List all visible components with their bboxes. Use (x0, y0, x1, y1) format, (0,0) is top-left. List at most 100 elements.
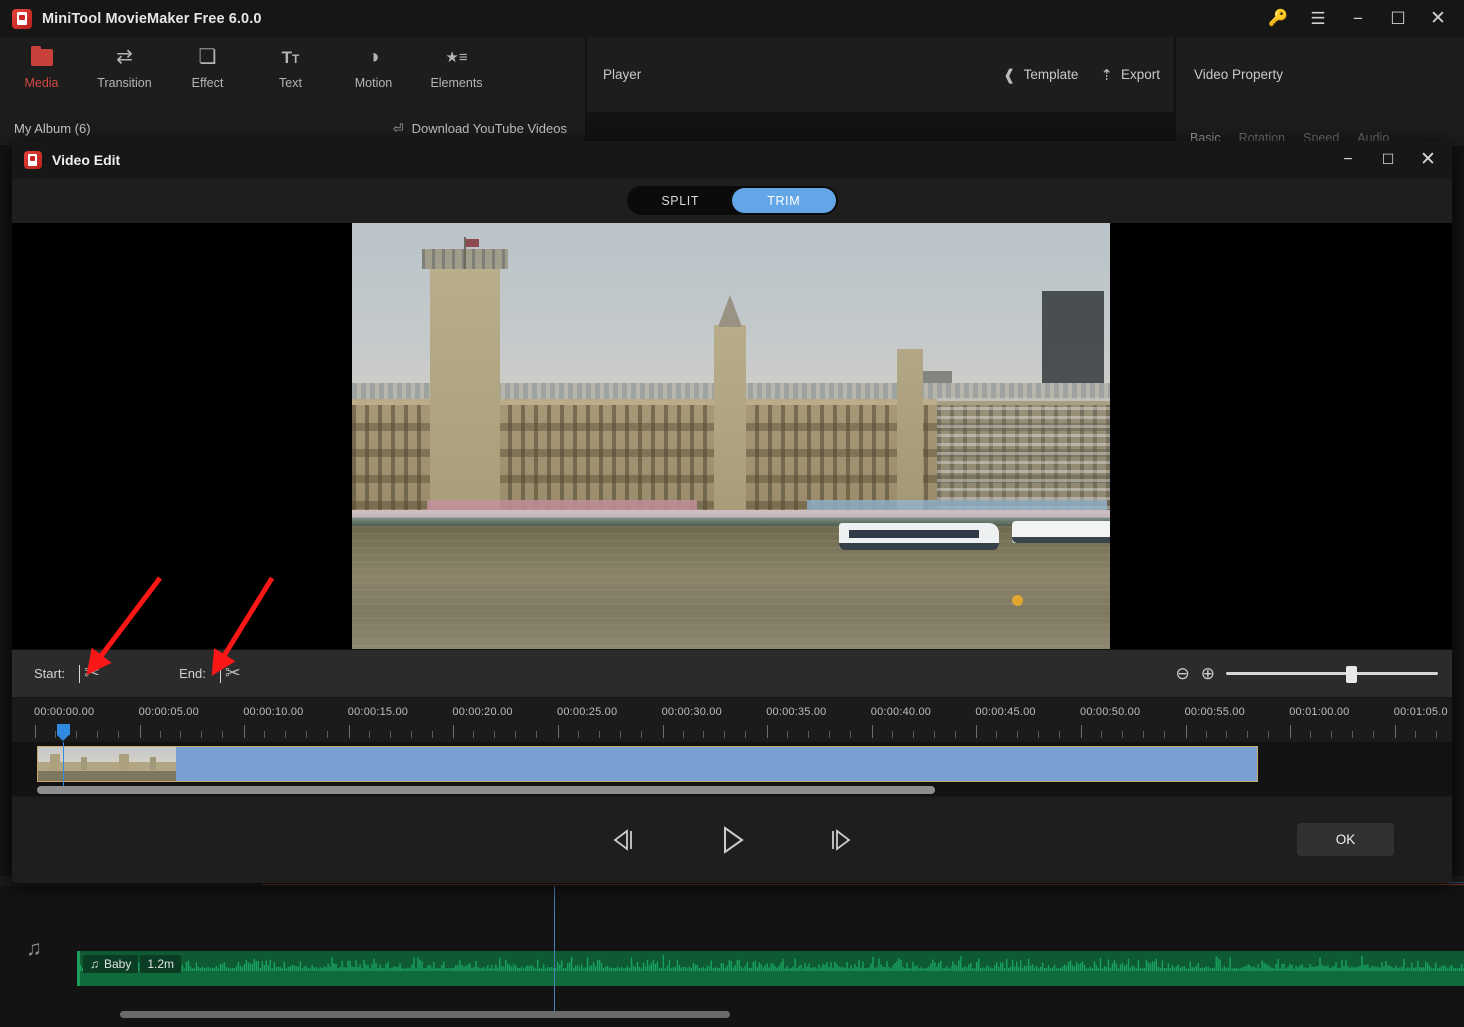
ruler-time-label: 00:01:05.0 (1394, 706, 1448, 718)
ribbon-label-effect: Effect (192, 76, 224, 90)
music-note-icon: ♫ (26, 937, 42, 961)
riverside-terrace-red (427, 500, 697, 510)
ruler-tick-minor (264, 731, 265, 738)
scissors-icon[interactable]: ✂ (84, 664, 100, 683)
start-trim-group: Start: ✂ (34, 661, 151, 687)
ruler-tick-minor (745, 731, 746, 738)
ruler-tick-major (140, 725, 141, 738)
template-label: Template (1024, 67, 1079, 82)
ruler-tick-minor (1143, 731, 1144, 738)
youtube-download-icon: ⏎ (393, 121, 404, 137)
motion-icon: ◑ (367, 45, 379, 69)
timeline-playhead-line (554, 886, 555, 1014)
window-controls: 🔑 ☰ − ☐ ✕ (1258, 1, 1458, 37)
video-preview-area (12, 223, 1452, 649)
export-button[interactable]: ⇡ Export (1100, 66, 1160, 84)
timeline-ruler[interactable]: 00:00:00.0000:00:05.0000:00:10.0000:00:1… (12, 697, 1452, 742)
dialog-footer: OK (12, 796, 1452, 882)
ruler-tick-minor (1038, 731, 1039, 738)
trim-option[interactable]: TRIM (732, 188, 836, 213)
ruler-tick-major (767, 725, 768, 738)
zoom-slider[interactable] (1226, 664, 1438, 684)
template-button[interactable]: ❰ Template (1003, 66, 1078, 84)
download-youtube-button[interactable]: ⏎ Download YouTube Videos (393, 121, 567, 137)
victoria-tower (430, 265, 500, 515)
hamburger-menu-icon[interactable]: ☰ (1298, 1, 1338, 37)
player-header: Player ❰ Template ⇡ Export (587, 37, 1175, 112)
video-clip[interactable] (37, 746, 1258, 782)
close-button[interactable]: ✕ (1418, 1, 1458, 37)
ruler-playhead[interactable] (57, 724, 70, 740)
ribbon-item-elements[interactable]: ★≡ Elements (415, 45, 498, 90)
split-trim-toggle[interactable]: SPLIT TRIM (627, 186, 838, 215)
audio-clip[interactable]: ♫ Baby 1.2m (77, 951, 1464, 986)
split-option[interactable]: SPLIT (629, 188, 733, 213)
zoom-slider-handle[interactable] (1346, 666, 1357, 683)
minimize-button[interactable]: − (1338, 1, 1378, 37)
ruler-tick-minor (180, 731, 181, 738)
ribbon-item-media[interactable]: Media (0, 45, 83, 90)
audio-clip-duration-badge: 1.2m (140, 955, 181, 973)
ruler-tick-minor (829, 731, 830, 738)
ruler-tick-minor (536, 731, 537, 738)
riverside-terrace-blue (807, 500, 1107, 510)
ruler-tick-major (663, 725, 664, 738)
ruler-tick-minor (1059, 731, 1060, 738)
ruler-tick-minor (1164, 731, 1165, 738)
export-label: Export (1121, 67, 1160, 82)
maximize-button[interactable]: ☐ (1378, 1, 1418, 37)
ribbon-item-transition[interactable]: ⇄ Transition (83, 45, 166, 90)
ribbon-item-effect[interactable]: ❏ Effect (166, 45, 249, 90)
scissors-icon[interactable]: ✂ (225, 664, 241, 683)
clip-playhead-line (63, 742, 64, 786)
ribbon-item-motion[interactable]: ◑ Motion (332, 45, 415, 90)
ruler-tick-minor (390, 731, 391, 738)
ribbon-label-elements: Elements (430, 76, 482, 90)
ruler-tick-major (558, 725, 559, 738)
ok-button[interactable]: OK (1297, 823, 1394, 856)
ruler-tick-minor (201, 731, 202, 738)
ruler-tick-minor (1310, 731, 1311, 738)
clip-horizontal-scrollbar[interactable] (37, 786, 935, 794)
ribbon-label-media: Media (24, 76, 58, 90)
zoom-in-icon[interactable]: ⊕ (1201, 665, 1215, 682)
mode-toggle-row: SPLIT TRIM (12, 178, 1452, 223)
ruler-tick-minor (1373, 731, 1374, 738)
video-property-title: Video Property (1194, 67, 1283, 82)
ruler-tick-minor (683, 731, 684, 738)
timeline-zoom-controls: ⊖ ⊕ (1176, 664, 1439, 684)
transition-icon: ⇄ (116, 45, 133, 69)
dialog-minimize-button[interactable]: − (1328, 142, 1368, 178)
music-note-icon: ♫ (90, 957, 99, 971)
ruler-tick-minor (1206, 731, 1207, 738)
ruler-time-label: 00:00:00.00 (34, 706, 94, 718)
ruler-tick-major (35, 725, 36, 738)
download-youtube-label: Download YouTube Videos (412, 121, 567, 136)
zoom-out-icon[interactable]: ⊖ (1176, 665, 1190, 682)
ribbon-item-text[interactable]: TT Text (249, 45, 332, 90)
dialog-window-controls: − ☐ ✕ (1328, 142, 1448, 178)
ruler-time-label: 00:01:00.00 (1289, 706, 1349, 718)
ruler-tick-minor (55, 731, 56, 738)
end-label: End: (179, 666, 206, 681)
license-key-icon[interactable]: 🔑 (1258, 1, 1298, 37)
dialog-close-button[interactable]: ✕ (1408, 142, 1448, 178)
ruler-tick-minor (703, 731, 704, 738)
buoy (1012, 595, 1023, 606)
dialog-maximize-button[interactable]: ☐ (1368, 142, 1408, 178)
timeline-horizontal-scrollbar[interactable] (120, 1011, 730, 1018)
ruler-tick-major (1186, 725, 1187, 738)
next-frame-icon[interactable] (816, 820, 864, 860)
ruler-tick-minor (934, 731, 935, 738)
player-header-actions: ❰ Template ⇡ Export (1003, 66, 1160, 84)
play-icon[interactable] (708, 820, 756, 860)
ruler-time-label: 00:00:55.00 (1185, 706, 1245, 718)
end-time-input[interactable]: ✂ (220, 661, 292, 687)
previous-frame-icon[interactable] (600, 820, 648, 860)
central-tower (714, 325, 746, 515)
track-divider-red (262, 884, 1464, 885)
ruler-tick-major (349, 725, 350, 738)
audio-clip-badges: ♫ Baby 1.2m (83, 955, 181, 973)
start-time-input[interactable]: ✂ (79, 661, 151, 687)
clip-thumbnail (38, 747, 107, 781)
